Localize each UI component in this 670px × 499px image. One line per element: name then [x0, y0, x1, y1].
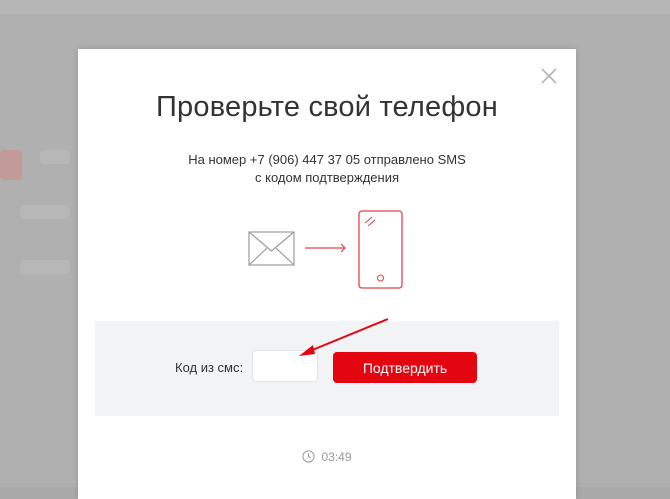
- modal-subtitle: На номер +7 (906) 447 37 05 отправлено S…: [78, 151, 576, 187]
- envelope-icon: [248, 231, 295, 266]
- confirm-button[interactable]: Подтвердить: [333, 352, 477, 383]
- code-entry-panel: Код из смс: Подтвердить: [95, 321, 559, 416]
- background-block: [40, 150, 70, 164]
- sms-illustration: [248, 210, 403, 289]
- code-label: Код из смс:: [175, 360, 244, 375]
- sms-code-input[interactable]: [252, 350, 318, 382]
- background-header: [0, 0, 670, 14]
- background-block: [0, 150, 22, 180]
- subtitle-line-phone: На номер +7 (906) 447 37 05 отправлено S…: [188, 152, 466, 167]
- resend-timer: 03:49: [78, 449, 576, 464]
- clock-icon: [302, 450, 316, 463]
- phone-icon: [358, 210, 403, 289]
- sms-verification-modal: Проверьте свой телефон На номер +7 (906)…: [78, 49, 576, 499]
- modal-title: Проверьте свой телефон: [156, 91, 498, 123]
- background-block: [20, 260, 70, 274]
- arrow-right-icon: [305, 243, 346, 253]
- subtitle-line-code: с кодом подтверждения: [255, 170, 399, 185]
- timer-value: 03:49: [321, 449, 352, 464]
- background-block: [20, 205, 70, 219]
- close-icon[interactable]: [540, 67, 558, 85]
